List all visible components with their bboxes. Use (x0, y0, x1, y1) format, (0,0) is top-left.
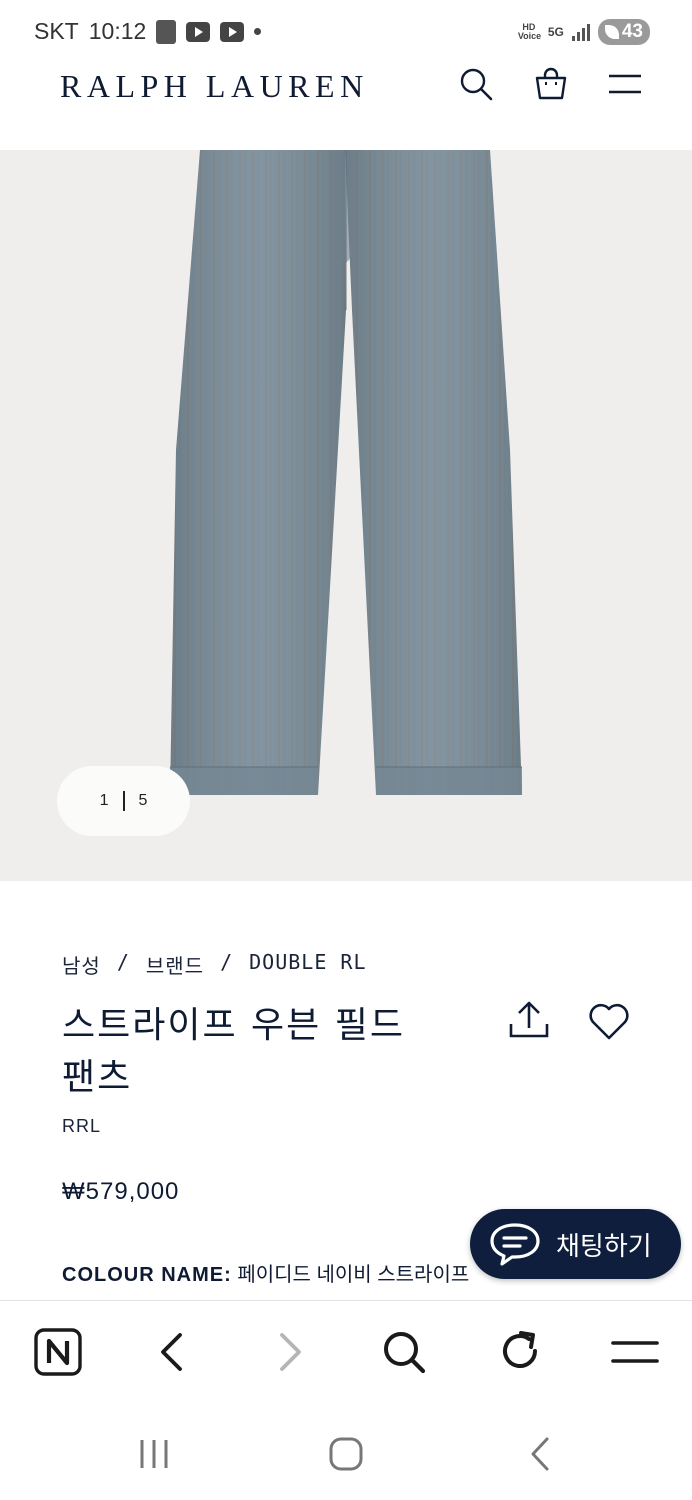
pdf-notification-icon (156, 19, 177, 44)
youtube-notification-icon-2 (220, 21, 245, 42)
carrier-label: SKT (34, 18, 79, 44)
chat-button[interactable]: 채팅하기 (470, 1209, 681, 1279)
breadcrumb-item-double-rl[interactable]: DOUBLE RL (249, 950, 366, 979)
recent-apps-icon[interactable] (134, 1434, 174, 1474)
breadcrumb: 남성 / 브랜드 / DOUBLE RL (62, 950, 366, 979)
pager-total: 5 (138, 792, 148, 809)
battery-level: 43 (621, 21, 643, 42)
status-right: HD Voice 5G 43 (518, 19, 650, 45)
status-bar: SKT 10:12 HD Voice 5G 43 (0, 0, 692, 64)
naver-n-icon[interactable] (33, 1327, 83, 1377)
product-title: 스트라이프 우븐 필드 팬츠 (62, 1005, 405, 1098)
network-type-icon: 5G (547, 24, 564, 39)
browser-search-icon[interactable] (379, 1327, 429, 1377)
colour-name-value: 페이디드 네이비 스트라이프 (237, 1264, 470, 1286)
clock: 10:12 (88, 18, 147, 44)
colour-name-label: COLOUR NAME: (62, 1264, 232, 1286)
breadcrumb-item-men[interactable]: 남성 (62, 950, 101, 979)
system-back-icon[interactable] (520, 1434, 560, 1474)
chat-bubble-icon (490, 1223, 540, 1266)
site-header: RALPH LAUREN (0, 64, 692, 150)
wishlist-heart-icon[interactable] (586, 998, 632, 1044)
home-icon[interactable] (326, 1434, 366, 1474)
hamburger-menu-icon[interactable] (607, 66, 643, 102)
shopping-bag-icon[interactable] (533, 66, 569, 102)
battery-indicator: 43 (597, 19, 650, 45)
share-icon[interactable] (506, 998, 552, 1044)
refresh-icon[interactable] (495, 1327, 545, 1377)
hd-voice-icon: HD Voice (517, 22, 542, 41)
chat-button-label: 채팅하기 (556, 1231, 652, 1262)
youtube-notification-icon (186, 21, 211, 42)
signal-strength-icon (571, 23, 590, 41)
pager-current: 1 (99, 792, 109, 809)
more-notifications-dot-icon (254, 28, 262, 35)
status-left: SKT 10:12 (34, 18, 262, 45)
breadcrumb-item-brands[interactable]: 브랜드 (146, 950, 204, 979)
browser-menu-icon[interactable] (610, 1327, 660, 1377)
colour-name: COLOUR NAME: 페이디드 네이비 스트라이프 (62, 1258, 469, 1287)
back-arrow-icon[interactable] (148, 1327, 198, 1377)
image-pager: 1 5 (57, 766, 190, 836)
pager-divider (122, 791, 125, 811)
ralph-lauren-logo[interactable]: RALPH LAUREN (60, 68, 369, 105)
browser-toolbar (0, 1300, 692, 1404)
breadcrumb-separator: / (116, 950, 130, 974)
forward-arrow-icon[interactable] (264, 1327, 314, 1377)
product-image-gallery[interactable]: 1 5 (0, 150, 692, 881)
search-icon[interactable] (458, 66, 494, 102)
product-brand: RRL (62, 1116, 102, 1136)
power-saving-leaf-icon (604, 25, 619, 39)
breadcrumb-separator: / (220, 950, 234, 974)
system-navigation-bar (0, 1404, 692, 1500)
product-price: ₩579,000 (62, 1178, 180, 1205)
